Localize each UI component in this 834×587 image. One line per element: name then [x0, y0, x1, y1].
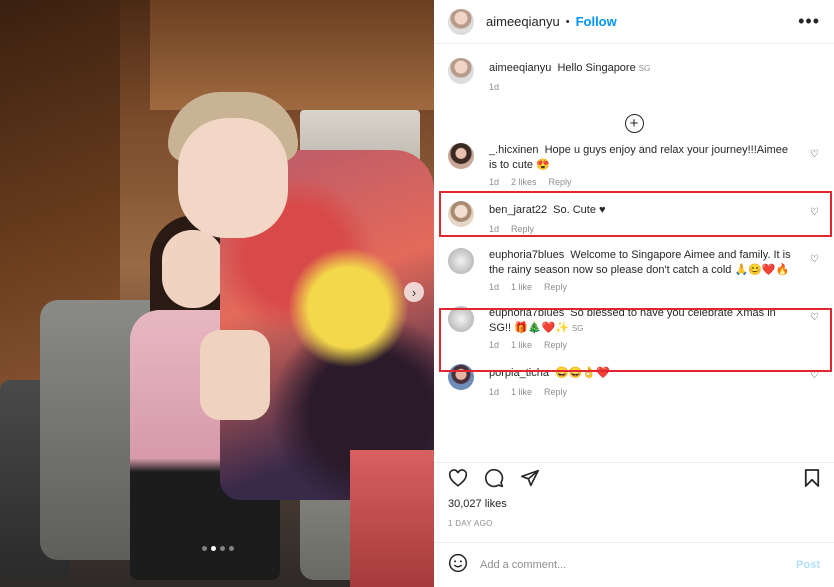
comment-username[interactable]: euphoria7blues [489, 249, 564, 261]
caption-text: Hello Singapore [557, 62, 636, 74]
carousel-next-button[interactable]: › [404, 282, 424, 302]
highlight-box [439, 191, 832, 237]
comment-avatar[interactable] [448, 143, 474, 169]
comment-item: _.hicxinen Hope u guys enjoy and relax y… [448, 143, 820, 187]
heart-icon[interactable]: ♡ [810, 254, 820, 265]
author-avatar[interactable] [448, 8, 474, 35]
action-bar [434, 462, 834, 492]
likes-count[interactable]: 30,027 likes [448, 498, 507, 510]
highlight-box [439, 308, 832, 372]
carousel-dots [202, 546, 234, 551]
comment-likes[interactable]: 1 like [511, 387, 532, 397]
comment-emoji: 😍 [536, 159, 550, 171]
chevron-right-icon: › [411, 284, 417, 300]
separator-dot: • [565, 15, 570, 28]
reply-button[interactable]: Reply [549, 177, 572, 187]
reply-button[interactable]: Reply [544, 387, 567, 397]
post-photo[interactable]: › [0, 0, 434, 587]
carousel-dot [202, 546, 207, 551]
post-comment-button[interactable]: Post [796, 559, 820, 571]
follow-button[interactable]: Follow [576, 14, 617, 29]
author-username[interactable]: aimeeqianyu [486, 14, 560, 29]
bookmark-icon[interactable] [804, 468, 820, 488]
comment-avatar[interactable] [448, 248, 474, 274]
comment-emoji: 🙏😊❤️🔥 [734, 264, 790, 276]
post-details-panel: aimeeqianyu • Follow ••• aimeeqianyu Hel… [434, 0, 834, 587]
heart-icon[interactable] [448, 468, 468, 487]
comment-likes[interactable]: 1 like [511, 282, 532, 292]
caption-flag: SG [638, 64, 651, 73]
post-header: aimeeqianyu • Follow ••• [434, 0, 834, 44]
load-more: + [448, 114, 820, 133]
caption-avatar[interactable] [448, 58, 474, 84]
comment-time: 1d [489, 282, 500, 292]
more-icon[interactable]: ••• [798, 11, 820, 32]
share-icon[interactable] [520, 469, 540, 487]
add-comment-bar: Add a comment... Post [434, 542, 834, 587]
person-hand [200, 330, 270, 420]
comment-time: 1d [489, 177, 500, 187]
caption-time: 1d [489, 82, 500, 92]
comment-username[interactable]: _.hicxinen [489, 144, 539, 156]
post-timestamp: 1 DAY AGO [448, 519, 493, 528]
person-boy-pants [350, 450, 434, 587]
plus-circle-icon[interactable]: + [624, 114, 644, 133]
cabin-ceiling [150, 0, 434, 110]
reply-button[interactable]: Reply [544, 282, 567, 292]
instagram-post-viewer: › aimeeqianyu • Follow ••• aimeeqianyu H… [0, 0, 834, 587]
comment-time: 1d [489, 387, 500, 397]
comments-list[interactable]: aimeeqianyu Hello Singapore SG 1d + _.hi… [434, 44, 834, 462]
person-boy-face [178, 118, 288, 238]
comment-icon[interactable] [484, 468, 504, 488]
post-caption: aimeeqianyu Hello Singapore SG 1d [448, 58, 820, 92]
carousel-dot [220, 546, 225, 551]
caption-username[interactable]: aimeeqianyu [489, 62, 551, 74]
emoji-icon[interactable] [448, 553, 468, 578]
carousel-dot-active [211, 546, 216, 551]
carousel-dot [229, 546, 234, 551]
heart-icon[interactable]: ♡ [810, 149, 820, 160]
comment-item: euphoria7blues Welcome to Singapore Aime… [448, 248, 820, 292]
person-girl-face [162, 230, 224, 308]
comment-input[interactable]: Add a comment... [480, 559, 796, 571]
comment-likes[interactable]: 2 likes [511, 177, 537, 187]
